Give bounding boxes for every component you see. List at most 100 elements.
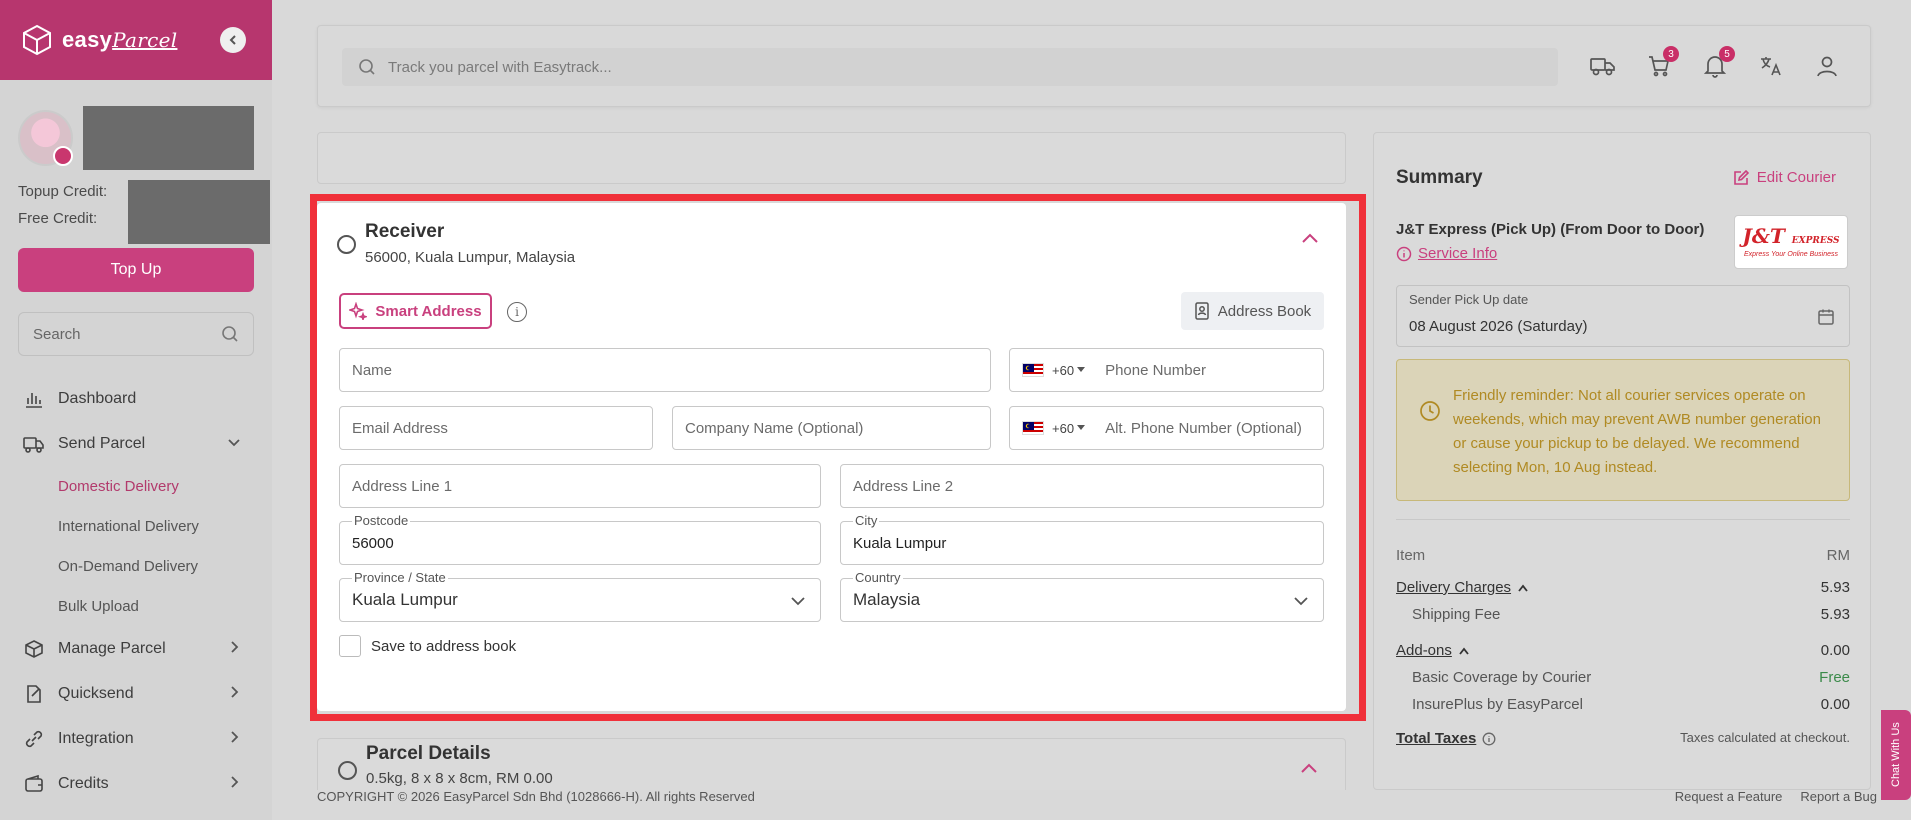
- truck-icon: [1590, 58, 1615, 76]
- delivery-charges-value: 5.93: [1820, 579, 1850, 596]
- sidebar-subitem-domestic[interactable]: Domestic Delivery: [0, 466, 272, 506]
- redacted-credit-values: [128, 180, 270, 244]
- sidebar-item-label: Quicksend: [58, 684, 134, 702]
- info-icon[interactable]: i: [507, 302, 527, 322]
- item-column-label: Item: [1396, 547, 1426, 564]
- cart-button[interactable]: 3: [1646, 46, 1679, 79]
- alt-country-code-dropdown[interactable]: +60: [1052, 420, 1086, 436]
- service-info-label: Service Info: [1418, 245, 1498, 262]
- email-field[interactable]: Email Address: [339, 406, 653, 450]
- insureplus-value: 0.00: [1820, 696, 1850, 713]
- name-field[interactable]: Name: [339, 348, 991, 392]
- summary-header-row: Item RM: [1396, 547, 1850, 564]
- receiver-subtitle: 56000, Kuala Lumpur, Malaysia: [365, 249, 576, 266]
- info-circle-icon: [1482, 732, 1496, 745]
- country-select[interactable]: Country Malaysia: [840, 570, 1324, 622]
- footer: COPYRIGHT © 2026 EasyParcel Sdn Bhd (102…: [317, 789, 1877, 811]
- save-to-address-book[interactable]: Save to address book: [339, 635, 516, 657]
- report-bug-link[interactable]: Report a Bug: [1800, 789, 1877, 804]
- sidebar-search-placeholder: Search: [33, 325, 81, 343]
- delivery-truck-button[interactable]: [1590, 53, 1616, 79]
- notifications-button[interactable]: 5: [1702, 46, 1735, 79]
- province-state-select[interactable]: Province / State Kuala Lumpur: [339, 570, 821, 622]
- top-icon-group: 3 5: [1590, 46, 1840, 79]
- currency-column-label: RM: [1826, 547, 1850, 564]
- sidebar-item-dashboard[interactable]: Dashboard: [0, 376, 272, 421]
- chevron-up-icon[interactable]: [1300, 231, 1320, 245]
- addons-value: 0.00: [1820, 642, 1850, 659]
- parcel-details-subtitle: 0.5kg, 8 x 8 x 8cm, RM 0.00: [366, 770, 553, 787]
- language-button[interactable]: [1758, 53, 1784, 79]
- sidebar-item-manage-parcel[interactable]: Manage Parcel: [0, 626, 272, 671]
- easytrack-search-placeholder: Track you parcel with Easytrack...: [388, 58, 612, 76]
- postcode-value: 56000: [352, 534, 394, 552]
- smart-address-button[interactable]: Smart Address: [339, 293, 492, 329]
- service-info-link[interactable]: Service Info: [1396, 245, 1497, 262]
- calendar-icon[interactable]: [1817, 308, 1835, 326]
- weekend-reminder-alert: Friendly reminder: Not all courier servi…: [1396, 359, 1850, 501]
- sidebar-item-quicksend[interactable]: Quicksend: [0, 671, 272, 716]
- credit-info: Topup Credit: Free Credit:: [0, 170, 272, 244]
- edit-courier-label: Edit Courier: [1756, 169, 1836, 186]
- search-icon: [222, 326, 238, 342]
- city-value: Kuala Lumpur: [853, 534, 947, 552]
- insureplus-label: InsurePlus by EasyParcel: [1412, 696, 1583, 713]
- company-placeholder: Company Name (Optional): [685, 419, 864, 437]
- basic-coverage-value: Free: [1819, 669, 1850, 686]
- address-line-1-field[interactable]: Address Line 1: [339, 464, 821, 508]
- basic-coverage-label: Basic Coverage by Courier: [1412, 669, 1592, 686]
- alt-phone-field[interactable]: +60 Alt. Phone Number (Optional): [1009, 406, 1324, 450]
- address-book-button[interactable]: Address Book: [1181, 292, 1324, 330]
- edit-courier-button[interactable]: Edit Courier: [1733, 169, 1836, 186]
- sidebar: easyParcel Topup Credit: Free Credit: To…: [0, 0, 272, 820]
- caret-down-icon: [1077, 367, 1086, 372]
- country-label: Country: [853, 570, 903, 585]
- sidebar-search-input[interactable]: Search: [18, 312, 254, 356]
- receiver-title: Receiver: [365, 221, 445, 242]
- name-placeholder: Name: [352, 361, 393, 379]
- save-address-checkbox[interactable]: [339, 635, 361, 657]
- sidebar-item-integration[interactable]: Integration: [0, 716, 272, 761]
- postcode-field[interactable]: Postcode 56000: [339, 513, 821, 565]
- chevron-up-icon: [1518, 584, 1528, 592]
- sidebar-subitem-bulk-upload[interactable]: Bulk Upload: [0, 586, 272, 626]
- sidebar-item-credits[interactable]: Credits: [0, 761, 272, 806]
- email-placeholder: Email Address: [352, 419, 448, 437]
- avatar[interactable]: [18, 110, 73, 166]
- chevron-up-icon[interactable]: [1299, 761, 1319, 775]
- addons-toggle[interactable]: Add-ons: [1396, 642, 1470, 659]
- user-icon: [1817, 56, 1837, 77]
- total-taxes-label[interactable]: Total Taxes: [1396, 730, 1496, 747]
- user-account-button[interactable]: [1814, 53, 1840, 79]
- postcode-label: Postcode: [352, 513, 411, 528]
- delivery-charges-toggle[interactable]: Delivery Charges: [1396, 579, 1529, 596]
- request-feature-link[interactable]: Request a Feature: [1675, 789, 1783, 804]
- summary-panel: Summary Edit Courier J&T Express (Pick U…: [1373, 132, 1871, 790]
- sidebar-subitem-international[interactable]: International Delivery: [0, 506, 272, 546]
- brand-logo-text[interactable]: easyParcel: [62, 27, 177, 53]
- collapse-sidebar-button[interactable]: [220, 27, 246, 53]
- brand-header: easyParcel: [0, 0, 272, 80]
- company-field[interactable]: Company Name (Optional): [672, 406, 991, 450]
- sidebar-subitem-on-demand[interactable]: On-Demand Delivery: [0, 546, 272, 586]
- top-up-button[interactable]: Top Up: [18, 248, 254, 292]
- phone-field[interactable]: +60 Phone Number: [1009, 348, 1324, 392]
- sidebar-item-label: Credits: [58, 774, 109, 792]
- chevron-up-icon: [1459, 647, 1469, 655]
- profile-block: [0, 80, 272, 170]
- jt-logo-mark: J&T EXPRESS: [1742, 224, 1840, 248]
- pickup-date-field[interactable]: Sender Pick Up date 08 August 2026 (Satu…: [1396, 285, 1850, 347]
- country-code-dropdown[interactable]: +60: [1052, 363, 1086, 378]
- chevron-right-icon: [231, 731, 239, 743]
- easytrack-search-input[interactable]: Track you parcel with Easytrack...: [342, 48, 1558, 86]
- notification-count-badge: 5: [1719, 46, 1735, 62]
- parcel-details-card[interactable]: Parcel Details 0.5kg, 8 x 8 x 8cm, RM 0.…: [317, 738, 1346, 790]
- alt-country-code-value: +60: [1052, 420, 1075, 436]
- city-field[interactable]: City Kuala Lumpur: [840, 513, 1324, 565]
- chat-with-us-tab[interactable]: Chat With Us: [1881, 710, 1911, 800]
- sidebar-item-send-parcel[interactable]: Send Parcel: [0, 421, 272, 466]
- chevron-right-icon: [231, 776, 239, 788]
- shipping-fee-row: Shipping Fee 5.93: [1412, 606, 1850, 623]
- address-line-2-field[interactable]: Address Line 2: [840, 464, 1324, 508]
- box-icon: [25, 639, 43, 658]
